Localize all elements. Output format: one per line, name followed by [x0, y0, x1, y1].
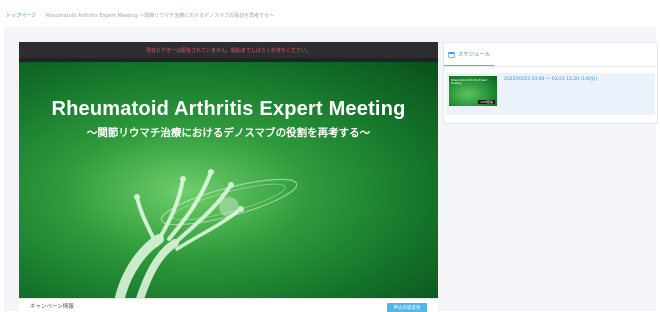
tab-schedule-label: スケジュール: [457, 52, 491, 58]
calendar-icon: [448, 51, 455, 58]
video-subtitle: ～関節リウマチ治療におけるデノスマブの役割を再考する～: [86, 127, 371, 139]
campaign-label: キャンペーン情報: [30, 304, 74, 310]
player-notice-bar: 現在ビデオ一は配信されていません。開始までしばらくお待ちください。: [19, 42, 438, 58]
hand-xray-illustration: [114, 169, 298, 298]
schedule-time: 2022/03/23 10:00 ～ 03/23 12:20 (140分): [504, 77, 598, 82]
video-title: Rheumatoid Arthritis Expert Meeting: [51, 98, 406, 120]
tab-schedule[interactable]: スケジュール: [444, 43, 494, 67]
thumbnail-title: Rheumatoid Arthritis Expert Meeting: [451, 79, 488, 86]
breadcrumb: トップページ › Rheumatoid Arthritis Expert Mee…: [6, 9, 274, 21]
live-badge: LIVE配信: [478, 100, 495, 104]
video-screen[interactable]: Rheumatoid Arthritis Expert Meeting ～関節リ…: [19, 62, 438, 298]
breadcrumb-current: Rheumatoid Arthritis Expert Meeting ～関節リ…: [45, 12, 275, 19]
tab-divider: [444, 66, 657, 67]
breadcrumb-home-link[interactable]: トップページ: [6, 12, 36, 19]
schedule-panel: スケジュール Rheumatoid Arthritis Expert Meeti…: [443, 42, 658, 124]
video-player[interactable]: 現在ビデオ一は配信されていません。開始までしばらくお待ちください。 Rheuma…: [19, 42, 438, 298]
player-notice-text: 現在ビデオ一は配信されていません。開始までしばらくお待ちください。: [146, 47, 311, 54]
schedule-item[interactable]: Rheumatoid Arthritis Expert Meeting LIVE…: [446, 73, 655, 115]
campaign-bar: キャンペーン情報 申込内容変更: [19, 298, 438, 312]
schedule-thumbnail: Rheumatoid Arthritis Expert Meeting LIVE…: [449, 76, 497, 106]
breadcrumb-separator: ›: [39, 12, 42, 18]
